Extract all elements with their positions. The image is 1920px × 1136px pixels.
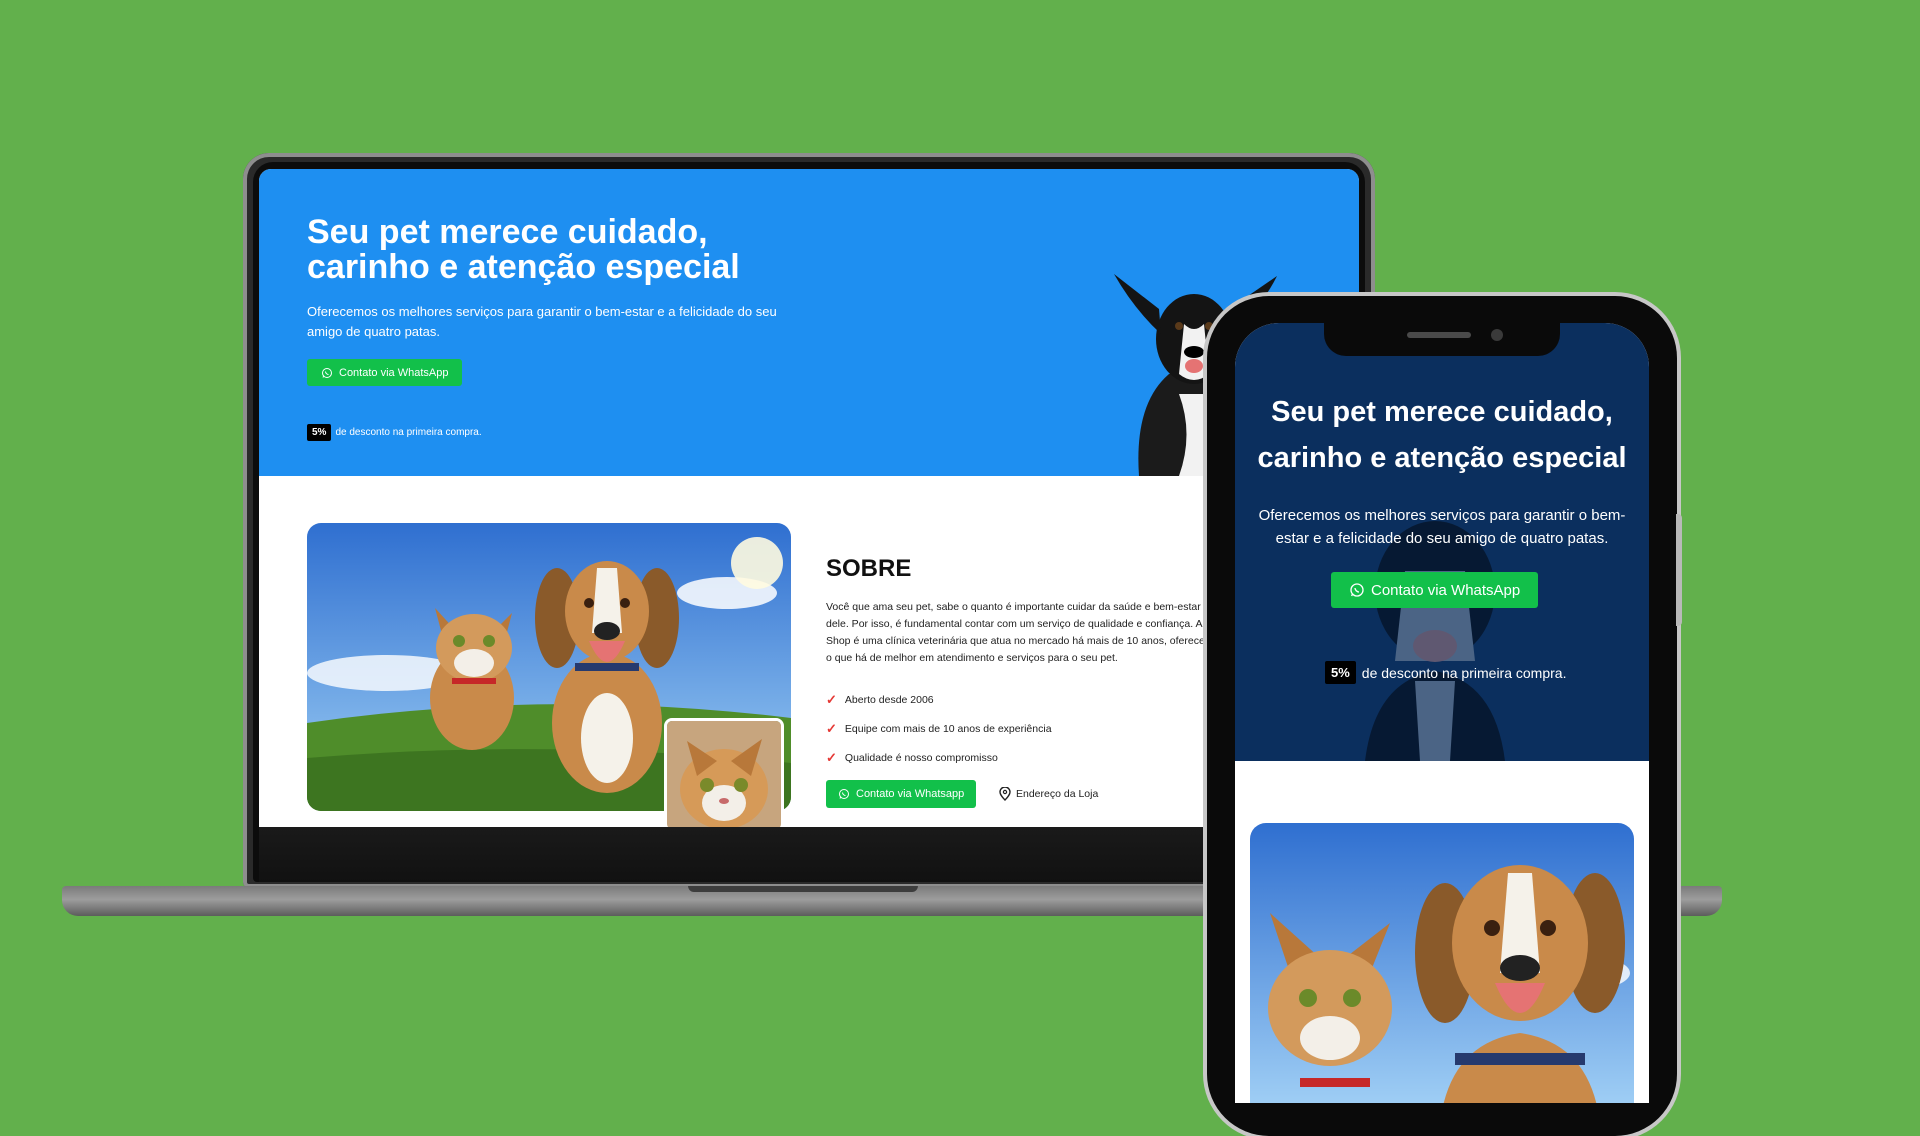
store-address-label: Endereço da Loja — [1016, 788, 1099, 800]
about-whatsapp-button[interactable]: Contato via Whatsapp — [826, 780, 977, 808]
feature-item: ✓ Aberto desde 2006 — [826, 685, 1052, 714]
whatsapp-icon — [321, 367, 333, 379]
feature-item: ✓ Qualidade é nosso compromisso — [826, 743, 1052, 772]
hero-title-line-1: Seu pet merece cuidado, — [307, 213, 708, 251]
about-whatsapp-label: Contato via Whatsapp — [856, 788, 965, 800]
store-address-link[interactable]: Endereço da Loja — [999, 787, 1098, 801]
phone-side-button — [1676, 514, 1682, 626]
discount-text: de desconto na primeira compra. — [335, 427, 482, 438]
hero-title-line-2: carinho e atenção especial — [307, 248, 740, 286]
mobile-discount-text: de desconto na primeira compra. — [1361, 664, 1567, 681]
feature-label: Equipe com mais de 10 anos de experiênci… — [844, 722, 1052, 735]
location-pin-icon — [999, 787, 1011, 801]
about-features-list: ✓ Aberto desde 2006 ✓ Equipe com mais de 1… — [826, 685, 1052, 772]
feature-label: Qualidade é nosso compromisso — [844, 751, 998, 764]
mobile-hero-section: Seu pet merece cuidado, carinho e atençã… — [1235, 323, 1649, 761]
feature-label: Aberto desde 2006 — [844, 693, 934, 706]
mobile-hero-title-line-1: Seu pet merece cuidado, — [1271, 396, 1613, 428]
hero-subtitle: Oferecemos os melhores serviços para gar… — [307, 304, 777, 339]
about-text: Você que ama seu pet, sabe o quanto é im… — [826, 601, 1223, 664]
mobile-hero-title: Seu pet merece cuidado, carinho e atençã… — [1255, 389, 1629, 481]
check-icon: ✓ — [826, 720, 837, 736]
whatsapp-icon — [838, 788, 850, 800]
discount-badge: 5% — [307, 424, 332, 441]
phone-camera — [1491, 329, 1503, 341]
phone-speaker — [1407, 332, 1471, 338]
desktop-website: Seu pet merece cuidado, carinho e atençã… — [259, 169, 1359, 827]
laptop-hinge-notch — [688, 886, 918, 892]
hero-title: Seu pet merece cuidado, carinho e atençã… — [307, 215, 867, 285]
mobile-whatsapp-label: Contato via WhatsApp — [1371, 581, 1521, 599]
whatsapp-icon — [1349, 582, 1365, 598]
about-title: SOBRE — [826, 555, 912, 582]
mobile-whatsapp-button[interactable]: Contato via WhatsApp — [1331, 572, 1539, 608]
check-icon: ✓ — [826, 749, 837, 765]
whatsapp-contact-label: Contato via WhatsApp — [339, 366, 449, 379]
mobile-hero-title-line-2: carinho e atenção especial — [1257, 442, 1627, 474]
cat-thumbnail-photo — [664, 718, 784, 827]
feature-item: ✓ Equipe com mais de 10 anos de experiênc… — [826, 714, 1052, 743]
mobile-hero-subtitle: Oferecemos os melhores serviços para gar… — [1258, 507, 1626, 547]
mobile-discount-note: 5% de desconto na primeira compra. — [1325, 661, 1566, 684]
check-icon: ✓ — [826, 691, 837, 707]
hero-section: Seu pet merece cuidado, carinho e atençã… — [259, 169, 1359, 476]
mobile-about-pets-photo — [1250, 823, 1634, 1103]
discount-note: 5% de desconto na primeira compra. — [307, 424, 482, 441]
mobile-discount-badge: 5% — [1325, 661, 1356, 684]
whatsapp-contact-button[interactable]: Contato via WhatsApp — [307, 359, 463, 386]
laptop-keyboard-area — [259, 827, 1359, 882]
mobile-website: Seu pet merece cuidado, carinho e atençã… — [1235, 323, 1649, 1103]
